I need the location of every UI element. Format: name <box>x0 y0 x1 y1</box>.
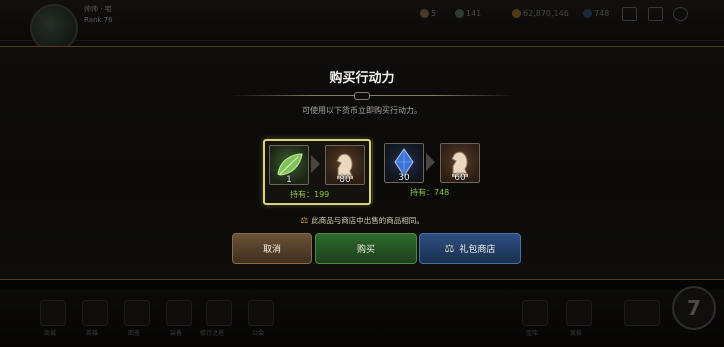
title-ornament <box>354 92 370 100</box>
purchase-option-crystal[interactable]: 30 60 持有：748 <box>380 139 484 201</box>
cost-item-slot: 1 <box>269 145 309 185</box>
reward-amount: 60 <box>454 173 466 183</box>
option-divider <box>372 139 373 203</box>
reward-item-slot: 60 <box>440 143 480 183</box>
gift-shop-label: 礼包商店 <box>459 245 496 255</box>
owned-count: 持有：748 <box>410 188 450 197</box>
cost-amount: 1 <box>286 175 292 185</box>
title-divider <box>230 95 516 96</box>
purchase-option-leaf[interactable]: 1 80 持有：199 <box>263 139 371 205</box>
buy-button[interactable]: 购买 <box>315 233 417 264</box>
dialog-title: 购买行动力 <box>329 71 395 86</box>
owned-count: 持有：199 <box>290 190 330 199</box>
dialog-subtitle: 可使用以下货币立即购买行动力。 <box>302 106 422 115</box>
arrow-right-icon <box>426 153 435 171</box>
cancel-button[interactable]: 取消 <box>232 233 312 264</box>
gift-shop-button[interactable]: ⚖ 礼包商店 <box>419 233 521 264</box>
scale-icon: ⚖ <box>444 242 455 255</box>
scale-icon: ⚖ <box>300 216 309 226</box>
buy-action-points-dialog: 购买行动力 可使用以下货币立即购买行动力。 1 80 持有：199 30 60 … <box>0 46 724 280</box>
notice-text: ⚖ 此商品与商店中出售的商品相同。 <box>300 216 424 226</box>
arrow-right-icon <box>311 155 320 173</box>
cost-item-slot: 30 <box>384 143 424 183</box>
cost-amount: 30 <box>398 173 410 183</box>
reward-item-slot: 80 <box>325 145 365 185</box>
reward-amount: 80 <box>339 175 351 185</box>
